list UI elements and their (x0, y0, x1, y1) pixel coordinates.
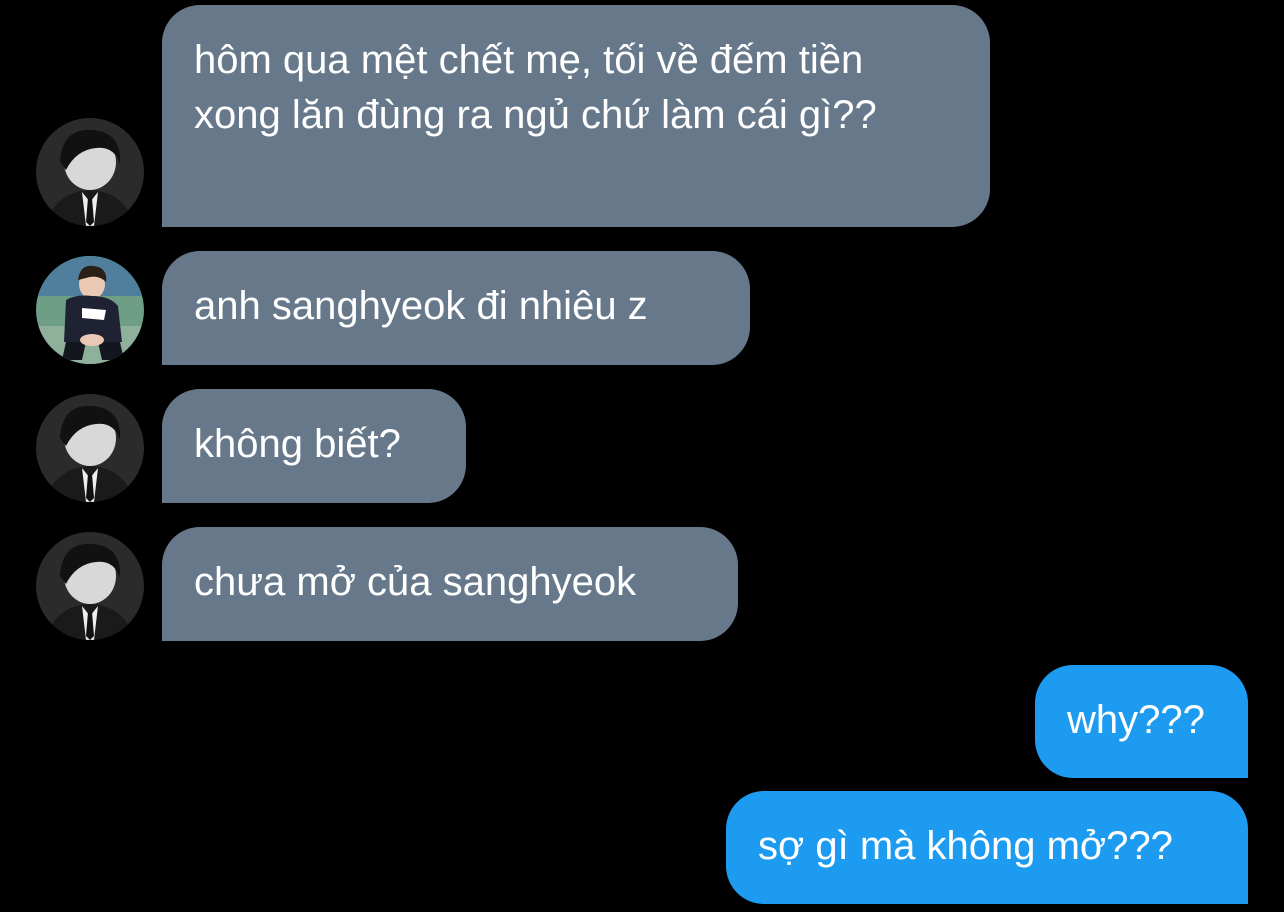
message-bubble-outgoing[interactable]: why??? (1035, 665, 1248, 778)
color-person-avatar-icon[interactable] (36, 256, 144, 364)
grayscale-person-avatar-icon[interactable] (36, 394, 144, 502)
message-bubble-incoming[interactable]: chưa mở của sanghyeok (162, 527, 738, 641)
message-bubble-incoming[interactable]: anh sanghyeok đi nhiêu z (162, 251, 750, 365)
message-bubble-outgoing[interactable]: sợ gì mà không mở??? (726, 791, 1248, 904)
grayscale-person-avatar-icon[interactable] (36, 532, 144, 640)
grayscale-person-avatar-icon[interactable] (36, 118, 144, 226)
message-bubble-incoming[interactable]: hôm qua mệt chết mẹ, tối về đếm tiền xon… (162, 5, 990, 227)
message-bubble-incoming[interactable]: không biết? (162, 389, 466, 503)
